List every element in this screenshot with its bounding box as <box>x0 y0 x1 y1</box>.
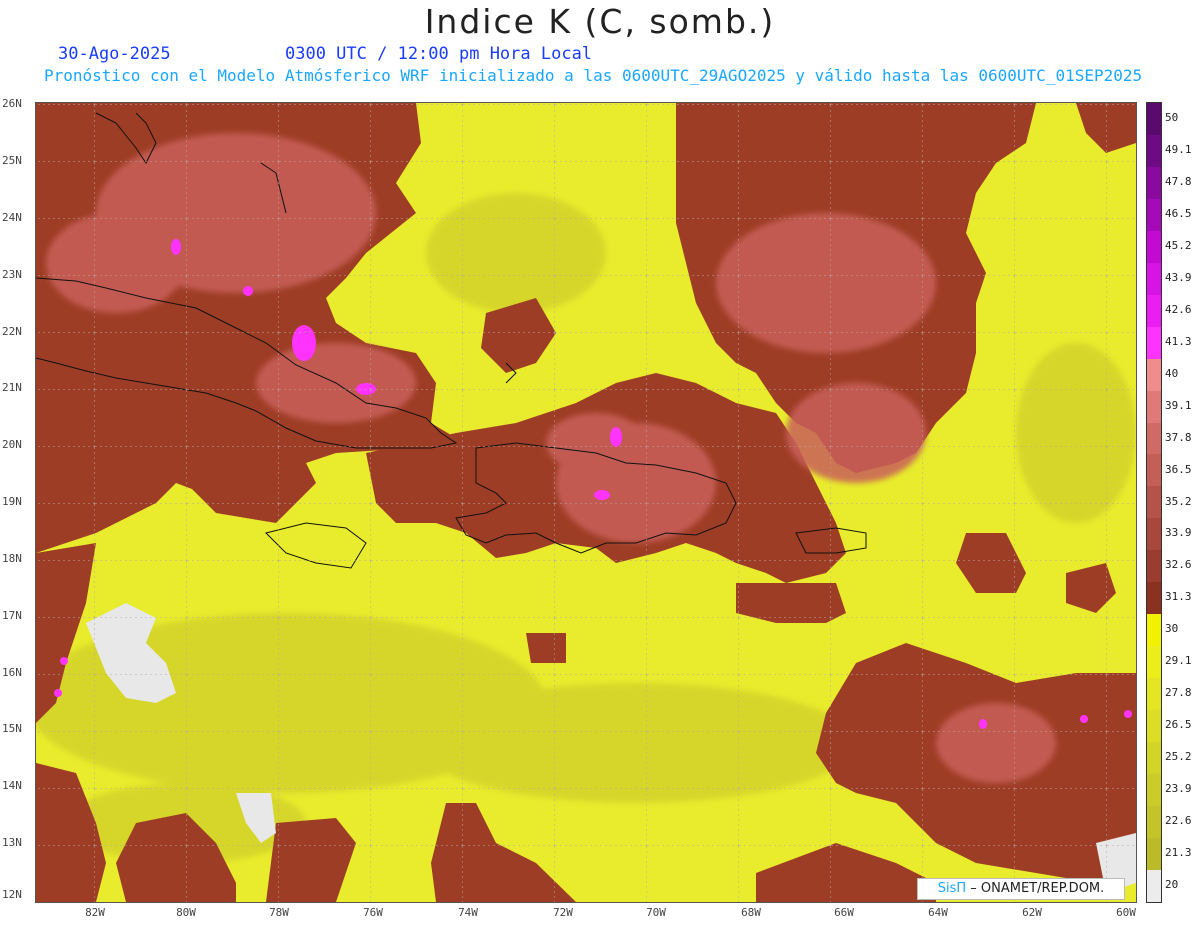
legend-label: 26.5 <box>1165 718 1192 732</box>
lon-label: 62W <box>1022 906 1042 919</box>
legend-label: 25.2 <box>1165 750 1192 764</box>
lat-label: 17N <box>2 609 22 622</box>
lat-label: 24N <box>2 211 22 224</box>
legend-swatch <box>1147 326 1161 359</box>
chart-title: Indice K (C, somb.) <box>424 2 776 41</box>
legend-label: 39.1 <box>1165 398 1192 412</box>
lon-label: 74W <box>458 906 478 919</box>
lat-label: 18N <box>2 552 22 565</box>
legend-swatch <box>1147 678 1161 711</box>
lat-label: 13N <box>2 836 22 849</box>
legend-label: 20 <box>1165 878 1179 892</box>
map-canvas <box>36 103 1136 902</box>
lat-label: 22N <box>2 325 22 338</box>
k-index-map <box>35 102 1137 903</box>
legend-swatch <box>1147 805 1161 838</box>
legend-label: 31.3 <box>1165 590 1192 604</box>
lon-label: 78W <box>269 906 289 919</box>
legend-label: 33.9 <box>1165 526 1192 540</box>
legend-label: 35.2 <box>1165 494 1192 508</box>
legend-swatch <box>1147 614 1161 647</box>
forecast-date: 30-Ago-2025 <box>58 44 171 64</box>
legend-label: 46.5 <box>1165 206 1192 220</box>
sispi-logo: SisΠ <box>937 881 967 896</box>
legend-swatch <box>1147 486 1161 519</box>
lon-label: 80W <box>176 906 196 919</box>
legend-swatch <box>1147 774 1161 806</box>
legend-label: 36.5 <box>1165 462 1192 476</box>
lon-label: 68W <box>741 906 761 919</box>
legend-label: 43.9 <box>1165 270 1192 284</box>
legend-swatch <box>1147 358 1161 391</box>
legend-swatch <box>1147 134 1161 167</box>
legend-swatch <box>1147 742 1161 775</box>
legend-label: 23.9 <box>1165 782 1192 796</box>
legend-swatch <box>1147 294 1161 327</box>
legend-label: 30 <box>1165 622 1179 636</box>
graticule <box>36 103 1136 902</box>
legend-swatch <box>1147 454 1161 487</box>
lat-label: 12N <box>2 888 22 901</box>
credit-box: SisΠ – ONAMET/REP.DOM. <box>917 878 1125 900</box>
legend-label: 29.1 <box>1165 654 1192 668</box>
lon-label: 82W <box>85 906 105 919</box>
legend-label: 40 <box>1165 366 1179 380</box>
lon-label: 64W <box>928 906 948 919</box>
lat-label: 15N <box>2 722 22 735</box>
lat-label: 20N <box>2 438 22 451</box>
legend-swatch <box>1147 869 1161 902</box>
legend-label: 42.6 <box>1165 302 1192 316</box>
legend-swatch <box>1147 262 1161 295</box>
lat-label: 21N <box>2 381 22 394</box>
legend-swatch <box>1147 103 1161 135</box>
lon-label: 70W <box>646 906 666 919</box>
legend-label: 22.6 <box>1165 814 1192 828</box>
lat-label: 14N <box>2 779 22 792</box>
legend-label: 37.8 <box>1165 430 1192 444</box>
legend-swatch <box>1147 390 1161 423</box>
legend-swatch <box>1147 837 1161 870</box>
legend-label: 50 <box>1165 110 1179 124</box>
legend-swatch <box>1147 582 1161 615</box>
legend-label: 47.8 <box>1165 174 1192 188</box>
color-legend <box>1146 102 1162 903</box>
legend-label: 21.3 <box>1165 846 1192 860</box>
legend-swatch <box>1147 710 1161 743</box>
lon-label: 72W <box>553 906 573 919</box>
lon-label: 66W <box>834 906 854 919</box>
legend-label: 45.2 <box>1165 238 1192 252</box>
legend-label: 49.1 <box>1165 142 1192 156</box>
legend-label: 27.8 <box>1165 686 1192 700</box>
lon-label: 60W <box>1116 906 1136 919</box>
legend-swatch <box>1147 230 1161 263</box>
legend-label: 41.3 <box>1165 334 1192 348</box>
lon-label: 76W <box>363 906 383 919</box>
legend-swatch <box>1147 550 1161 583</box>
model-description: Pronóstico con el Modelo Atmósferico WRF… <box>44 66 1143 85</box>
legend-swatch <box>1147 518 1161 551</box>
forecast-time: 0300 UTC / 12:00 pm Hora Local <box>285 44 593 64</box>
lat-label: 16N <box>2 666 22 679</box>
lat-label: 25N <box>2 154 22 167</box>
lat-label: 26N <box>2 97 22 110</box>
legend-swatch <box>1147 646 1161 679</box>
lat-label: 19N <box>2 495 22 508</box>
legend-swatch <box>1147 198 1161 231</box>
legend-label: 32.6 <box>1165 558 1192 572</box>
credit-org: – ONAMET/REP.DOM. <box>966 881 1105 896</box>
legend-swatch <box>1147 166 1161 199</box>
lat-label: 23N <box>2 268 22 281</box>
legend-swatch <box>1147 422 1161 455</box>
